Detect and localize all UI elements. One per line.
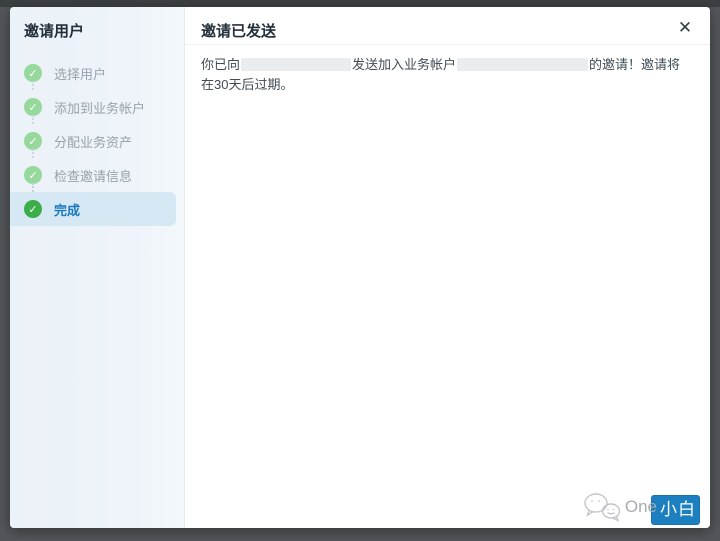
check-icon: ✓: [24, 64, 42, 82]
step-complete[interactable]: ✓ 完成: [10, 183, 176, 226]
invite-user-dialog: 邀请用户 ✓ 选择用户 ✓ 添加到业务帐户 ✓ 分配业务资产 ✓ 检查邀请信息 …: [10, 7, 710, 528]
step-label: 分配业务资产: [54, 134, 133, 150]
dialog-main-panel: 邀请已发送 ✕ 你已向 发送加入业务帐户 的邀请！邀请将 在30天后过期。 One 小…: [185, 7, 710, 528]
message-segment: 发送加入业务帐户: [352, 57, 457, 72]
step-select-user[interactable]: ✓ 选择用户: [10, 56, 184, 90]
wechat-icon: [584, 493, 621, 522]
step-label: 检查邀请信息: [54, 168, 133, 184]
step-add-to-business-account[interactable]: ✓ 添加到业务帐户: [10, 81, 184, 124]
check-icon: ✓: [24, 200, 42, 218]
check-icon: ✓: [24, 98, 42, 116]
step-label: 添加到业务帐户: [54, 100, 146, 116]
step-label: 完成: [54, 202, 81, 218]
wizard-steps: ✓ 选择用户 ✓ 添加到业务帐户 ✓ 分配业务资产 ✓ 检查邀请信息 ✓ 完成: [10, 56, 184, 226]
dialog-header: 邀请已发送 ✕: [185, 7, 710, 45]
redacted-user-name: [241, 57, 352, 71]
step-review-invite-info[interactable]: ✓ 检查邀请信息: [10, 149, 184, 192]
message-line2: 在30天后过期。: [201, 77, 294, 92]
check-icon: ✓: [24, 132, 42, 150]
redacted-account-name: [457, 57, 589, 71]
check-icon: ✓: [24, 166, 42, 184]
message-segment: 你已向: [201, 57, 241, 72]
invite-sent-message: 你已向 发送加入业务帐户 的邀请！邀请将在30天后过期。: [185, 45, 700, 95]
dialog-title: 邀请用户: [24, 23, 85, 40]
close-icon[interactable]: ✕: [674, 17, 696, 39]
page-title: 邀请已发送: [201, 23, 277, 40]
wizard-sidebar: 邀请用户 ✓ 选择用户 ✓ 添加到业务帐户 ✓ 分配业务资产 ✓ 检查邀请信息 …: [10, 7, 185, 528]
window-chrome-strip: [0, 0, 720, 7]
step-label: 选择用户: [54, 66, 107, 82]
step-assign-business-assets[interactable]: ✓ 分配业务资产: [10, 115, 184, 158]
done-button[interactable]: [651, 495, 700, 525]
message-segment: 的邀请！邀请将: [589, 57, 681, 72]
